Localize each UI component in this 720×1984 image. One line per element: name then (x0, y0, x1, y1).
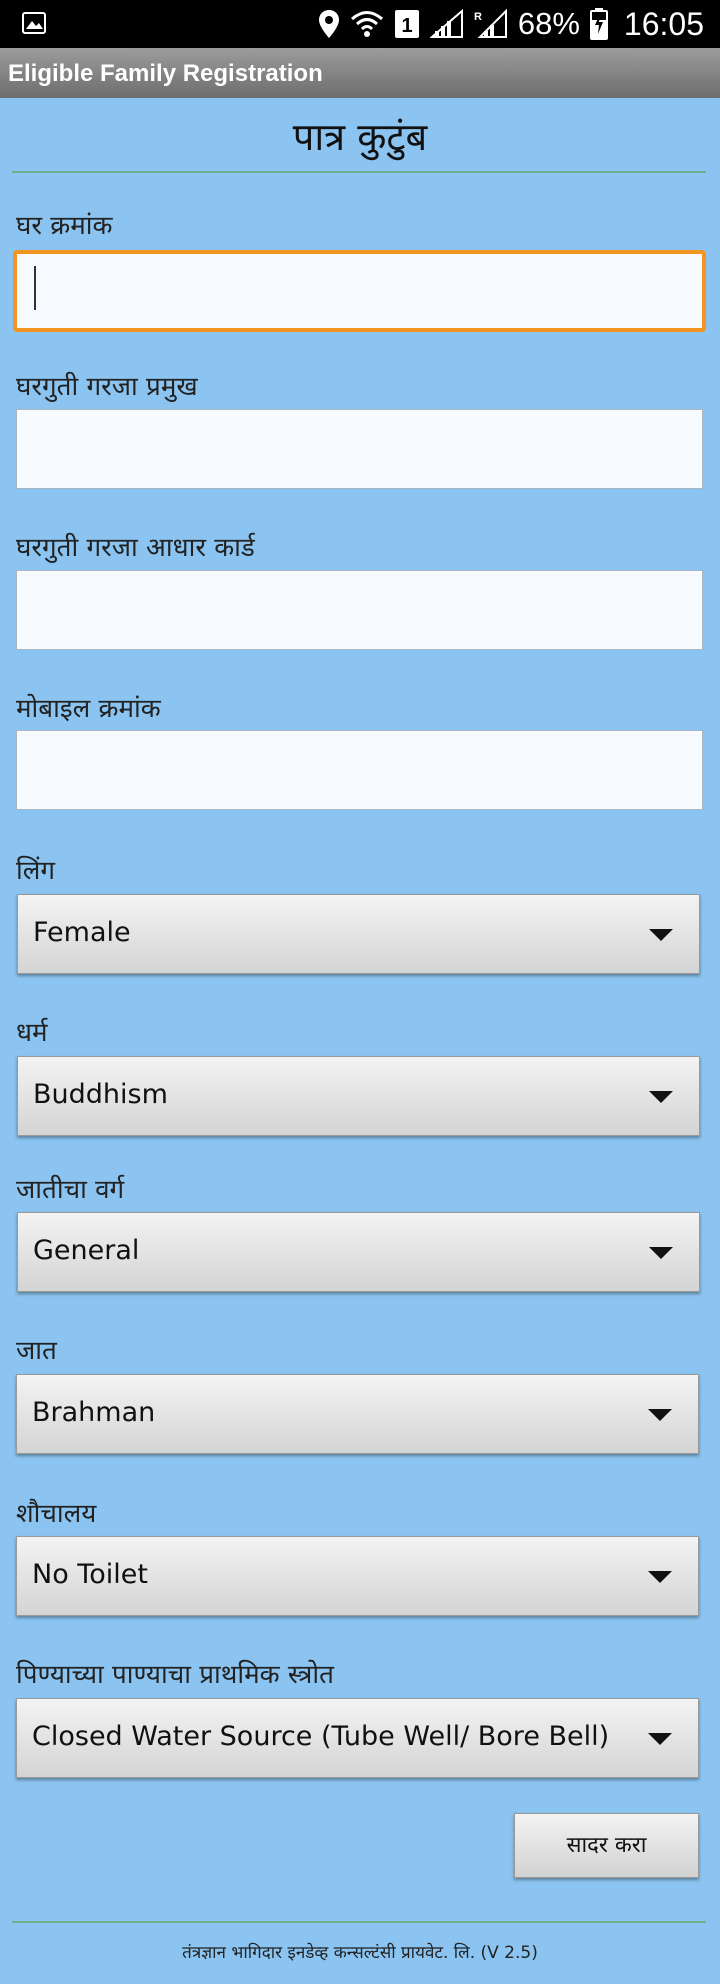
water-source-label: पिण्याच्या पाण्याचा प्राथमिक स्त्रोत (16, 1660, 334, 1690)
gender-selected-value: Female (33, 917, 131, 948)
dropdown-arrow-icon (648, 1733, 672, 1745)
household-head-label: घरगुती गरजा प्रमुख (16, 372, 198, 402)
submit-button[interactable]: सादर करा (514, 1813, 699, 1878)
svg-text:1: 1 (401, 15, 412, 37)
household-aadhaar-input[interactable] (16, 570, 703, 650)
action-bar: Eligible Family Registration (0, 48, 720, 98)
battery-percent: 68% (517, 6, 580, 41)
footer-credit: तंत्रज्ञान भागिदार इनडेव्ह कन्सल्टंसी प्… (182, 1943, 538, 1963)
text-cursor (34, 266, 36, 310)
dropdown-arrow-icon (649, 1091, 673, 1103)
image-notification-icon (22, 12, 46, 34)
app-title: Eligible Family Registration (8, 60, 323, 87)
signal-icon (429, 9, 463, 38)
battery-charging-icon (589, 8, 608, 40)
svg-text:R: R (474, 11, 482, 23)
house-number-input[interactable] (13, 250, 706, 332)
caste-category-dropdown[interactable]: General (17, 1212, 700, 1292)
caste-category-selected-value: General (33, 1235, 140, 1266)
household-head-input[interactable] (16, 409, 703, 489)
caste-dropdown[interactable]: Brahman (16, 1374, 699, 1454)
household-aadhaar-label: घरगुती गरजा आधार कार्ड (16, 533, 255, 563)
caste-category-label: जातीचा वर्ग (16, 1175, 125, 1205)
caste-selected-value: Brahman (32, 1397, 156, 1428)
toilet-selected-value: No Toilet (32, 1559, 148, 1590)
dropdown-arrow-icon (648, 1571, 672, 1583)
mobile-number-label: मोबाइल क्रमांक (16, 694, 161, 724)
religion-dropdown[interactable]: Buddhism (17, 1056, 700, 1136)
water-source-dropdown[interactable]: Closed Water Source (Tube Well/ Bore Bel… (16, 1698, 699, 1778)
dropdown-arrow-icon (649, 1247, 673, 1259)
clock: 16:05 (623, 5, 704, 42)
heading-divider (12, 171, 706, 173)
toilet-label: शौचालय (16, 1499, 97, 1529)
caste-label: जात (16, 1336, 57, 1366)
footer-divider (12, 1921, 706, 1923)
mobile-number-input[interactable] (16, 730, 703, 810)
wifi-icon (350, 11, 383, 37)
dropdown-arrow-icon (649, 929, 673, 941)
religion-selected-value: Buddhism (33, 1079, 168, 1110)
house-number-label: घर क्रमांक (16, 211, 113, 241)
location-icon (318, 10, 339, 38)
page-title: पात्र कुटुंब (292, 115, 428, 159)
gender-dropdown[interactable]: Female (17, 894, 700, 974)
toilet-dropdown[interactable]: No Toilet (16, 1536, 699, 1616)
gender-label: लिंग (16, 856, 56, 886)
signal-roaming-icon: R (474, 9, 507, 38)
sim-slot-icon: 1 (394, 10, 419, 38)
dropdown-arrow-icon (648, 1409, 672, 1421)
water-source-selected-value: Closed Water Source (Tube Well/ Bore Bel… (32, 1721, 610, 1752)
religion-label: धर्म (16, 1018, 48, 1048)
status-bar: 1 R 68% 16:05 (0, 0, 720, 48)
